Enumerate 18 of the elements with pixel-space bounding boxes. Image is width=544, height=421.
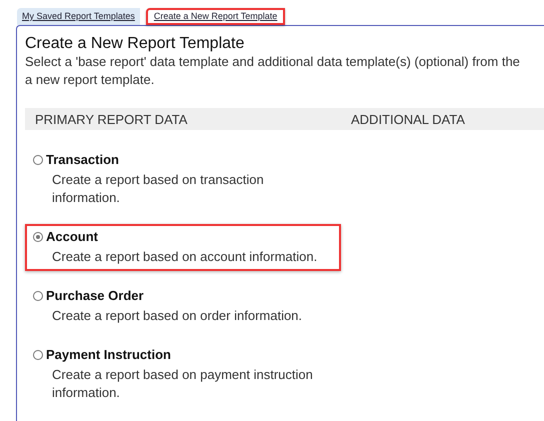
- radio-button[interactable]: [33, 154, 43, 164]
- radio-option[interactable]: Account: [33, 229, 333, 244]
- tab[interactable]: My Saved Report Templates: [17, 8, 140, 25]
- radio-button[interactable]: [33, 232, 43, 242]
- radio-button[interactable]: [33, 290, 43, 300]
- description: Select a 'base report' data template and additional data template(s) (optional) from the a new report template.: [25, 53, 521, 89]
- tab[interactable]: Create a New Report Template: [146, 8, 286, 25]
- option-description: Create a report based on payment instruction information.: [52, 366, 314, 402]
- option-description: Create a report based on transaction information.: [52, 171, 265, 207]
- radio-button[interactable]: [33, 350, 43, 360]
- option-description: Create a report based on account information.: [52, 248, 318, 266]
- option-description: Create a report based on order information.: [52, 307, 304, 325]
- page-title: Create a New Report Template: [25, 35, 246, 53]
- radio-option[interactable]: Payment Instruction: [33, 347, 333, 362]
- column-header: ADDITIONAL DATA: [351, 112, 465, 126]
- column-header: PRIMARY REPORT DATA: [35, 112, 188, 126]
- radio-option[interactable]: Purchase Order: [33, 288, 333, 303]
- radio-option[interactable]: Transaction: [33, 152, 333, 167]
